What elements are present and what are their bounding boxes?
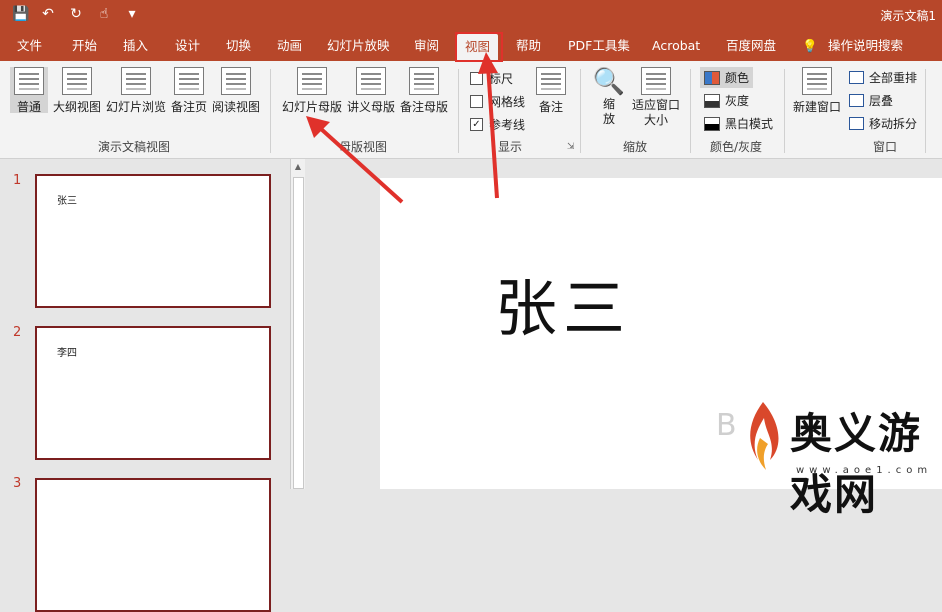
notes-master-icon	[409, 67, 439, 95]
watermark-logo-icon: B	[716, 408, 737, 443]
slide-thumbnail[interactable]: 张三	[35, 174, 271, 308]
tab-home[interactable]: 开始	[72, 37, 97, 57]
normal-view-icon	[14, 67, 44, 95]
cascade-button[interactable]: 层叠	[849, 92, 893, 109]
new-window-button[interactable]: 新建窗口	[792, 67, 842, 115]
tab-slideshow[interactable]: 幻灯片放映	[327, 37, 390, 57]
grayscale-button[interactable]: 灰度	[704, 92, 749, 109]
arrange-all-button[interactable]: 全部重排	[849, 69, 917, 86]
document-title: 演示文稿1	[880, 9, 936, 23]
group-label-master-views: 母版视图	[339, 140, 388, 154]
slide-sorter-icon	[121, 67, 151, 95]
notes-page-button[interactable]: 备注页	[170, 67, 208, 115]
slide-thumbnail-pane: 1 张三 2 李四 3	[0, 159, 290, 612]
notes-button[interactable]: 备注	[534, 67, 568, 115]
group-divider	[270, 69, 271, 153]
guides-checkbox[interactable]: ✓ 参考线	[470, 116, 525, 133]
group-label-zoom: 缩放	[623, 140, 648, 154]
ribbon-view: 普通 大纲视图 幻灯片浏览 备注页 阅读视图 演示文稿视图 幻灯片母版 讲义母版…	[0, 61, 942, 159]
group-divider	[784, 69, 785, 153]
slide-master-icon	[297, 67, 327, 95]
customize-icon[interactable]: ▾	[124, 5, 140, 23]
group-label-color: 颜色/灰度	[710, 140, 763, 154]
touch-icon[interactable]: ☝	[96, 5, 112, 23]
slide-sorter-button[interactable]: 幻灯片浏览	[106, 67, 166, 115]
tab-transitions[interactable]: 切换	[226, 37, 251, 57]
group-label-window: 窗口	[873, 140, 898, 154]
tab-animations[interactable]: 动画	[277, 37, 302, 57]
notes-icon	[536, 67, 566, 95]
cascade-icon	[849, 94, 864, 107]
watermark-flame-icon	[750, 402, 779, 470]
outline-view-icon	[62, 67, 92, 95]
tab-insert[interactable]: 插入	[123, 37, 148, 57]
slide-thumbnail-text: 李四	[57, 348, 77, 359]
gridlines-checkbox[interactable]: 网格线	[470, 93, 525, 110]
fit-window-icon	[641, 67, 671, 95]
handout-master-button[interactable]: 讲义母版	[346, 67, 396, 115]
slide-master-button[interactable]: 幻灯片母版	[282, 67, 342, 115]
black-white-button[interactable]: 黑白模式	[704, 115, 773, 132]
watermark-text: 奥义游戏网	[790, 409, 923, 519]
watermark-url: www.aoe1.com	[796, 465, 933, 476]
scrollbar-thumb[interactable]	[293, 177, 304, 489]
dialog-launcher-icon[interactable]: ⇲	[567, 142, 575, 152]
zoom-button[interactable]: 🔍 缩放	[592, 67, 626, 127]
redo-icon[interactable]: ↻	[68, 5, 84, 23]
outline-view-button[interactable]: 大纲视图	[52, 67, 102, 115]
checkbox-box	[470, 72, 483, 85]
black-white-swatch-icon	[704, 116, 720, 131]
ribbon-tabs: 文件 开始 插入 设计 切换 动画 幻灯片放映 审阅 视图 帮助 PDF工具集 …	[0, 31, 942, 61]
color-swatch-icon	[704, 70, 720, 85]
notes-page-icon	[174, 67, 204, 95]
magnifier-icon: 🔍	[592, 67, 626, 97]
notes-master-button[interactable]: 备注母版	[399, 67, 449, 115]
checkbox-box	[470, 95, 483, 108]
normal-view-button[interactable]: 普通	[10, 67, 48, 114]
tab-baidu-netdisk[interactable]: 百度网盘	[726, 37, 776, 57]
color-button[interactable]: 颜色	[700, 67, 754, 88]
scroll-up-icon[interactable]: ▲	[293, 162, 303, 172]
lightbulb-icon: 💡	[802, 38, 818, 53]
slide-thumbnail[interactable]	[35, 478, 271, 612]
reading-view-icon	[221, 67, 251, 95]
slide-number: 1	[13, 173, 22, 188]
ruler-checkbox[interactable]: 标尺	[470, 70, 513, 87]
reading-view-button[interactable]: 阅读视图	[212, 67, 260, 115]
slide-number: 2	[13, 325, 22, 340]
new-window-icon	[802, 67, 832, 95]
tab-file[interactable]: 文件	[17, 37, 42, 57]
title-bar: 💾 ↶ ↻ ☝ ▾ 演示文稿1	[0, 0, 942, 31]
tab-review[interactable]: 审阅	[414, 37, 439, 57]
group-divider	[458, 69, 459, 153]
group-divider	[690, 69, 691, 153]
move-split-icon	[849, 117, 864, 130]
arrange-all-icon	[849, 71, 864, 84]
handout-master-icon	[356, 67, 386, 95]
tab-acrobat[interactable]: Acrobat	[652, 37, 700, 57]
main-slide-title[interactable]: 张三	[495, 258, 631, 348]
undo-icon[interactable]: ↶	[40, 5, 56, 23]
tab-pdf-tools[interactable]: PDF工具集	[568, 37, 630, 57]
group-label-show: 显示	[498, 140, 523, 154]
tab-design[interactable]: 设计	[175, 37, 200, 57]
thumbnail-scrollbar[interactable]: ▲	[290, 159, 305, 489]
quick-access-toolbar: 💾 ↶ ↻ ☝ ▾	[12, 5, 140, 23]
group-divider	[580, 69, 581, 153]
move-split-button[interactable]: 移动拆分	[849, 115, 917, 132]
checkmark-icon: ✓	[470, 118, 483, 131]
tab-view[interactable]: 视图	[457, 34, 499, 61]
tell-me-search[interactable]: 操作说明搜索	[828, 37, 903, 57]
slide-thumbnail-text: 张三	[57, 196, 77, 207]
fit-to-window-button[interactable]: 适应窗口大小	[630, 67, 682, 128]
group-divider	[925, 69, 926, 153]
slide-thumbnail[interactable]: 李四	[35, 326, 271, 460]
group-label-presentation-views: 演示文稿视图	[98, 140, 171, 154]
save-icon[interactable]: 💾	[12, 5, 29, 23]
grayscale-swatch-icon	[704, 93, 720, 108]
tab-help[interactable]: 帮助	[516, 37, 541, 57]
